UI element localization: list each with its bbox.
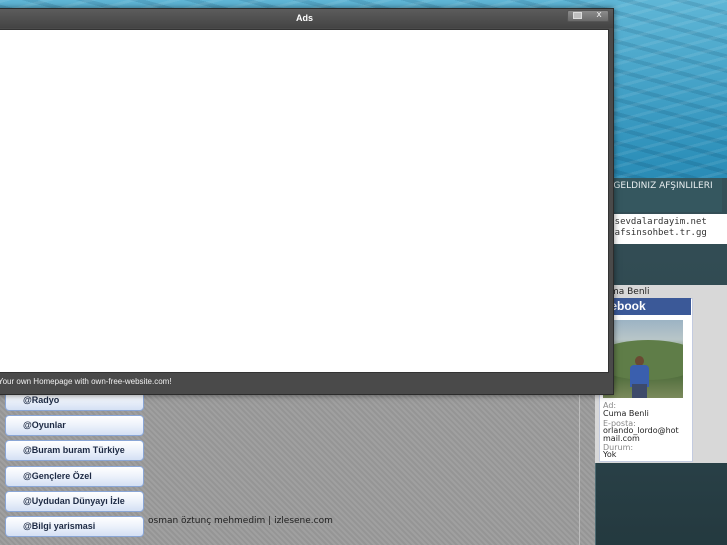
fb-field-email-value: orlando_lordo@hotmail.com [603, 426, 679, 443]
content-divider [579, 380, 580, 545]
minimize-icon[interactable] [573, 12, 582, 19]
fb-field-name-value: Cuma Benli [603, 409, 649, 418]
link-sevdalardayim[interactable]: www.sevdalardayim.net [595, 217, 727, 228]
menu-item-buram-buram-turkiye[interactable]: @Buram buram Türkiye [5, 440, 144, 461]
ads-footer-link[interactable]: Your own Homepage with own-free-website.… [0, 377, 172, 386]
link-afsinsohbet[interactable]: www.afsinsohbet.tr.gg [595, 228, 727, 239]
close-icon[interactable]: x [593, 9, 605, 21]
welcome-banner: HOS GELDINIZ AFŞINLILERI [595, 178, 722, 212]
sidebar-edge [595, 463, 596, 545]
ads-window-title[interactable]: Ads [0, 9, 613, 28]
menu-item-genclere-ozel[interactable]: @Gençlere Özel [5, 466, 144, 487]
links-box: www.sevdalardayim.net www.afsinsohbet.tr… [595, 214, 727, 244]
ads-content-frame[interactable] [0, 29, 609, 373]
photo-person-legs [632, 384, 647, 398]
menu-item-oyunlar[interactable]: @Oyunlar [5, 415, 144, 436]
menu-item-bilgi-yarismasi[interactable]: @Bilgi yarismasi [5, 516, 144, 537]
menu-item-uydudan-dunyayi-izle[interactable]: @Uydudan Dünyayı İzle [5, 491, 144, 512]
video-caption[interactable]: osman öztunç mehmedim | izlesene.com [148, 516, 333, 526]
fb-field-status-value: Yok [603, 450, 617, 459]
profile-photo[interactable] [603, 320, 683, 398]
